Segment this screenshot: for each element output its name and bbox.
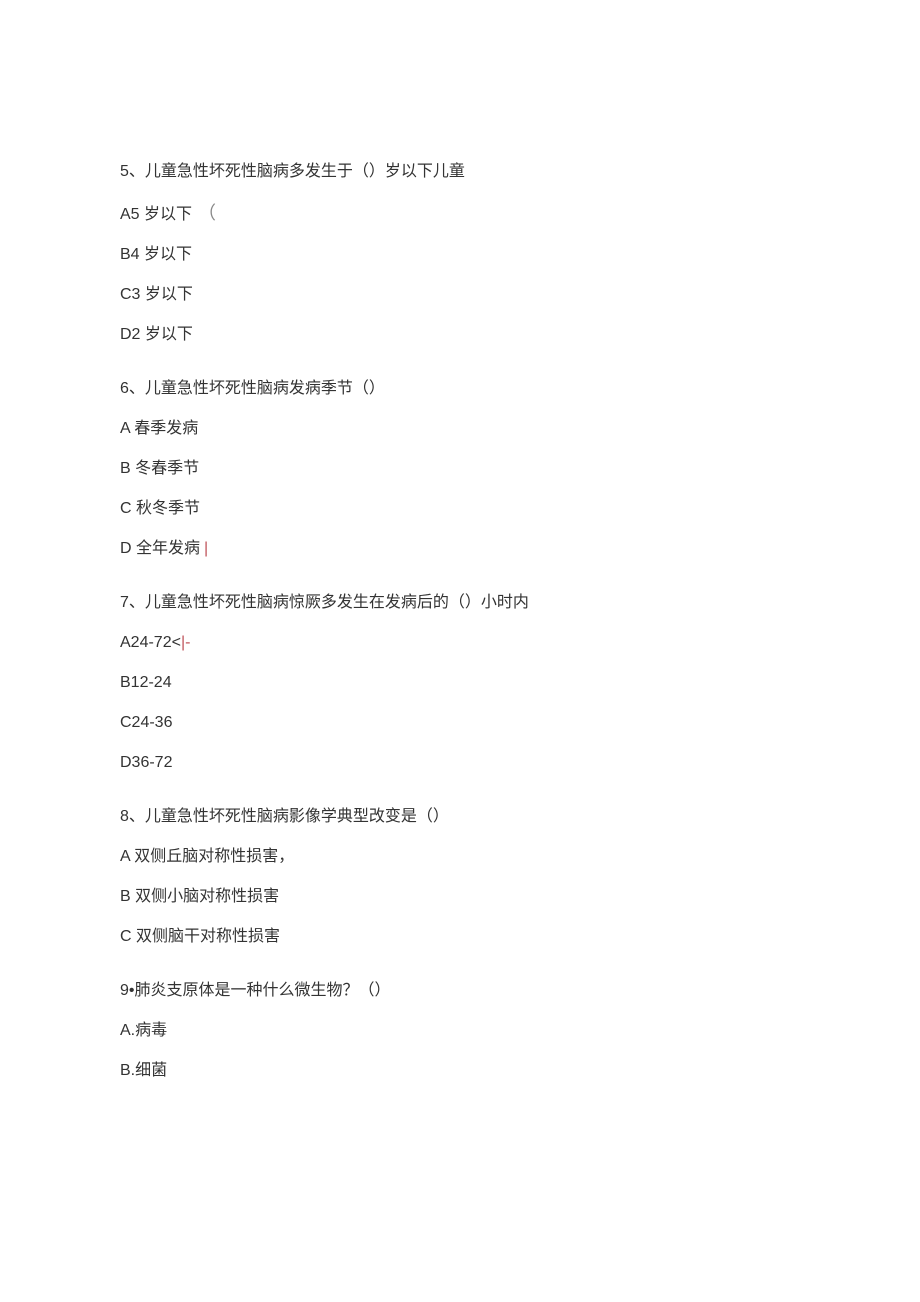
question-8-option-c: C 双侧脑干对称性损害: [120, 925, 800, 949]
option-label: A 双侧丘脑对称性损害: [120, 848, 278, 865]
document-page: 5、儿童急性坏死性脑病多发生于（）岁以下儿童 A5 岁以下 （ B4 岁以下 C3…: [0, 0, 920, 1213]
question-number: 6: [120, 380, 129, 397]
question-7-option-b: B12-24: [120, 671, 800, 695]
option-label: C 秋冬季节: [120, 500, 200, 517]
option-label: A5 岁以下: [120, 206, 192, 223]
question-7: 7、儿童急性坏死性脑病惊厥多发生在发病后的（）小时内 A24-72<|- B12…: [120, 591, 800, 775]
option-label: D2 岁以下: [120, 326, 193, 343]
question-6-stem: 6、儿童急性坏死性脑病发病季节（）: [120, 377, 800, 401]
question-text: 儿童急性坏死性脑病发病季节（）: [145, 380, 385, 397]
question-5-option-c: C3 岁以下: [120, 283, 800, 307]
question-8-option-b: B 双侧小脑对称性损害: [120, 885, 800, 909]
option-label: A.病毒: [120, 1022, 167, 1039]
question-5-option-a: A5 岁以下 （: [120, 200, 800, 227]
question-6-option-b: B 冬春季节: [120, 457, 800, 481]
answer-marker-lt-icon: <: [172, 634, 181, 651]
question-5-stem: 5、儿童急性坏死性脑病多发生于（）岁以下儿童: [120, 160, 800, 184]
option-label: B12-24: [120, 674, 172, 691]
question-6-option-c: C 秋冬季节: [120, 497, 800, 521]
option-label: B4 岁以下: [120, 246, 192, 263]
question-6-option-a: A 春季发病: [120, 417, 800, 441]
question-7-option-d: D36-72: [120, 751, 800, 775]
question-9-option-a: A.病毒: [120, 1019, 800, 1043]
question-text: 肺炎支原体是一种什么微生物？（）: [135, 982, 391, 999]
question-text: 儿童急性坏死性脑病惊厥多发生在发病后的（）小时内: [145, 594, 529, 611]
option-label: D36-72: [120, 754, 172, 771]
option-label: A24-72: [120, 634, 172, 651]
question-8-stem: 8、儿童急性坏死性脑病影像学典型改变是（）: [120, 805, 800, 829]
question-number: 8: [120, 808, 129, 825]
answer-marker-icon: （: [198, 203, 216, 223]
question-text: 儿童急性坏死性脑病多发生于（）岁以下儿童: [145, 163, 465, 180]
question-text: 儿童急性坏死性脑病影像学典型改变是（）: [145, 808, 449, 825]
question-7-option-a: A24-72<|-: [120, 631, 800, 655]
question-6-option-d: D 全年发病|: [120, 537, 800, 561]
question-number-prefix: 9•: [120, 982, 135, 999]
question-7-option-c: C24-36: [120, 711, 800, 735]
answer-marker-icon: |: [204, 540, 208, 557]
option-label: D 全年发病: [120, 540, 200, 557]
question-9: 9•肺炎支原体是一种什么微生物？（） A.病毒 B.细菌: [120, 979, 800, 1083]
question-5-option-d: D2 岁以下: [120, 323, 800, 347]
option-label: C 双侧脑干对称性损害: [120, 928, 280, 945]
option-label: A 春季发病: [120, 420, 198, 437]
question-7-stem: 7、儿童急性坏死性脑病惊厥多发生在发病后的（）小时内: [120, 591, 800, 615]
question-9-option-b: B.细菌: [120, 1059, 800, 1083]
question-8-option-a: A 双侧丘脑对称性损害，: [120, 845, 800, 869]
option-label: B.细菌: [120, 1062, 167, 1079]
question-9-stem: 9•肺炎支原体是一种什么微生物？（）: [120, 979, 800, 1003]
option-label: B 冬春季节: [120, 460, 199, 477]
question-5-option-b: B4 岁以下: [120, 243, 800, 267]
question-8: 8、儿童急性坏死性脑病影像学典型改变是（） A 双侧丘脑对称性损害， B 双侧小…: [120, 805, 800, 949]
answer-marker-icon: ，: [278, 848, 294, 865]
question-6: 6、儿童急性坏死性脑病发病季节（） A 春季发病 B 冬春季节 C 秋冬季节 D…: [120, 377, 800, 561]
option-label: B 双侧小脑对称性损害: [120, 888, 279, 905]
question-number: 5: [120, 163, 129, 180]
question-number: 7: [120, 594, 129, 611]
option-label: C24-36: [120, 714, 172, 731]
answer-marker-pipe-icon: |-: [181, 634, 190, 651]
option-label: C3 岁以下: [120, 286, 193, 303]
question-5: 5、儿童急性坏死性脑病多发生于（）岁以下儿童 A5 岁以下 （ B4 岁以下 C3…: [120, 160, 800, 347]
